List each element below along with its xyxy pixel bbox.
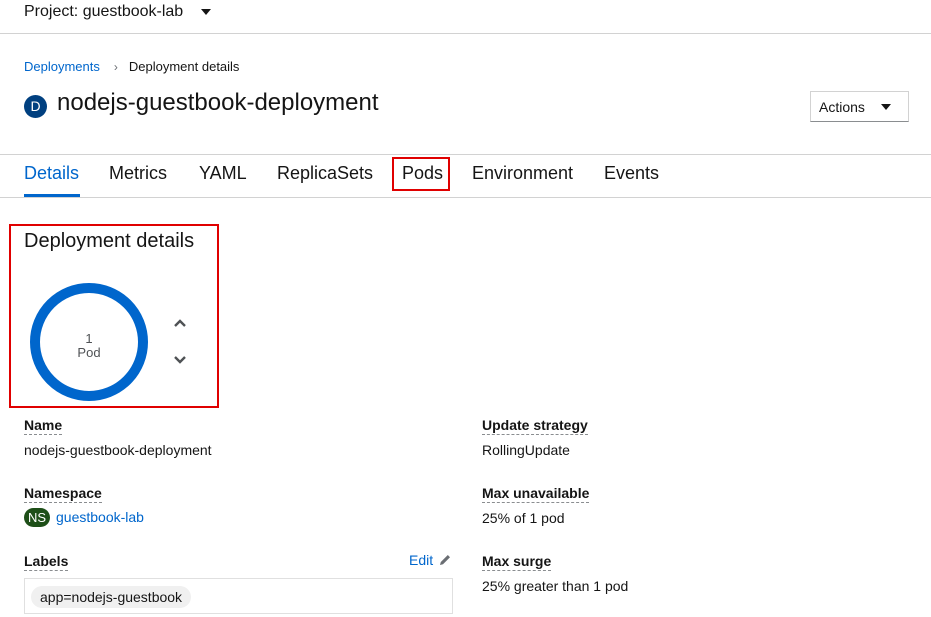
breadcrumb-separator: ›: [113, 59, 118, 74]
tab-details[interactable]: Details: [24, 163, 79, 184]
pod-count-unit: Pod: [77, 345, 101, 360]
tab-yaml[interactable]: YAML: [199, 163, 247, 184]
labels-label: Labels: [24, 553, 69, 571]
breadcrumb-current: Deployment details: [128, 59, 240, 74]
page-title: nodejs-guestbook-deployment: [57, 89, 379, 116]
pod-count: 1: [85, 331, 93, 346]
deployment-badge: D: [24, 95, 47, 118]
namespace-label: Namespace: [24, 485, 102, 503]
caret-down-icon: [201, 9, 212, 15]
project-selector-label: Project: guestbook-lab: [24, 3, 184, 20]
active-tab-indicator: [24, 194, 80, 197]
namespace-badge: NS: [24, 508, 50, 527]
scale-up-button[interactable]: [172, 315, 188, 331]
label-chip[interactable]: app=nodejs-guestbook: [31, 586, 192, 608]
update-strategy-value: RollingUpdate: [482, 442, 570, 458]
name-value: nodejs-guestbook-deployment: [24, 442, 212, 458]
scale-down-button[interactable]: [172, 352, 188, 368]
tab-environment[interactable]: Environment: [472, 163, 573, 184]
pencil-icon: [440, 555, 451, 565]
max-surge-value: 25% greater than 1 pod: [482, 578, 629, 594]
caret-down-icon: [880, 103, 891, 110]
namespace-link[interactable]: guestbook-lab: [56, 509, 144, 525]
edit-labels-button[interactable]: Edit: [409, 552, 452, 568]
tab-metrics[interactable]: Metrics: [109, 163, 167, 184]
edit-labels-label: Edit: [409, 552, 434, 568]
name-label: Name: [24, 417, 63, 435]
project-selector[interactable]: Project: guestbook-lab: [24, 3, 212, 21]
update-strategy-label: Update strategy: [482, 417, 588, 435]
breadcrumb-deployments-link[interactable]: Deployments: [24, 59, 100, 74]
tab-pods[interactable]: Pods: [402, 163, 443, 184]
section-title: Deployment details: [24, 230, 195, 252]
chevron-down-icon: [174, 356, 186, 364]
tab-events[interactable]: Events: [604, 163, 659, 184]
tab-replicasets[interactable]: ReplicaSets: [277, 163, 373, 184]
actions-dropdown-button[interactable]: Actions: [810, 91, 909, 122]
max-unavailable-label: Max unavailable: [482, 485, 590, 503]
actions-label: Actions: [819, 98, 865, 115]
breadcrumb: Deployments › Deployment details: [24, 59, 239, 74]
max-surge-label: Max surge: [482, 553, 552, 571]
chevron-up-icon: [174, 319, 186, 327]
max-unavailable-value: 25% of 1 pod: [482, 510, 565, 526]
